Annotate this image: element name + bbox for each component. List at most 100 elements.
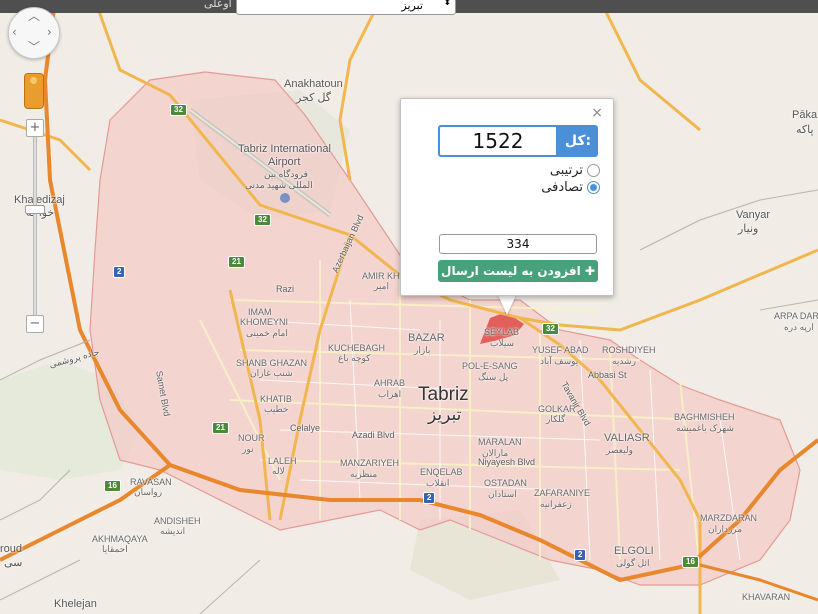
pan-control[interactable]: ︿ ﹀ ‹ › xyxy=(8,7,60,59)
map-label: Anakhatoun xyxy=(284,78,343,90)
pan-up-icon[interactable]: ︿ xyxy=(28,10,40,22)
map-label: فرودگاه بین xyxy=(264,169,308,179)
route-shield: 16 xyxy=(682,556,699,568)
popup-tail xyxy=(497,293,517,315)
map-label: مرزداران xyxy=(708,524,743,534)
total-row: 1522 کل: xyxy=(438,125,598,157)
map-canvas[interactable] xyxy=(0,0,818,614)
updown-arrows-icon: ⬍ xyxy=(443,0,451,8)
city-name-label: Tabriz xyxy=(418,384,469,405)
map-label: اهراب xyxy=(378,389,402,399)
route-shield: 2 xyxy=(113,266,126,278)
map-label: لاله xyxy=(272,466,285,476)
map-label: MARZDARAN xyxy=(700,513,758,523)
zoom-out-button[interactable]: − xyxy=(26,315,44,333)
map-label: ENQELAB xyxy=(420,467,463,477)
map-label: POL-E-SANG xyxy=(462,361,518,371)
map-label: Airport xyxy=(268,156,301,168)
map-label: خطیب xyxy=(264,404,289,414)
map-label: امام خمینی xyxy=(246,328,288,338)
map-label: رواسان xyxy=(134,487,163,497)
map-label: ونیار xyxy=(738,223,759,235)
route-shield: 32 xyxy=(542,323,559,335)
route-shield: 2 xyxy=(574,549,587,561)
map-label: Razi xyxy=(276,284,295,294)
map-label: GOLKAR xyxy=(538,404,576,414)
info-popup: × 1522 کل: ترتیبی تصادفی 334 ✚ افزودن به… xyxy=(400,98,614,296)
radio-sequential[interactable]: ترتیبی xyxy=(550,163,600,178)
map-label: Khelejan xyxy=(54,598,97,610)
map-label: SEYLAB xyxy=(484,327,520,337)
map-label: پل سنگ xyxy=(478,372,509,382)
route-shield: 32 xyxy=(170,104,187,116)
map-label: بازار xyxy=(414,345,431,355)
top-left-text: اوعلی xyxy=(204,0,232,10)
pan-down-icon[interactable]: ﹀ xyxy=(28,41,40,53)
map-label: YUSEF ABAD xyxy=(532,345,589,355)
street-label: Niyayesh Blvd xyxy=(478,457,536,467)
map-label: ائل گولی xyxy=(616,558,650,568)
count-input[interactable]: 334 xyxy=(439,234,597,254)
map-label: گلکار xyxy=(546,414,566,424)
city-select[interactable]: تبریز ⬍ xyxy=(236,0,456,15)
map-label: منظریه xyxy=(350,469,378,479)
pan-right-icon[interactable]: › xyxy=(47,26,52,38)
add-to-send-list-button[interactable]: ✚ افزودن به لیست ارسال xyxy=(438,260,598,282)
map-label: RAVASAN xyxy=(130,477,172,487)
map-label: نور xyxy=(242,444,254,454)
city-name-fa-label: تبریز xyxy=(428,405,462,424)
map-label: رشدیه xyxy=(612,356,636,366)
route-shield: 2 xyxy=(423,492,436,504)
zoom-slider-thumb[interactable] xyxy=(25,205,45,214)
map-label: MANZARIYEH xyxy=(340,458,400,468)
map-label: KHATIB xyxy=(260,394,292,404)
map-label: IMAM xyxy=(248,307,272,317)
radio-sequential-circle[interactable] xyxy=(587,164,600,177)
map-label: المللی شهید مدنی xyxy=(245,180,313,190)
zoom-slider-track[interactable] xyxy=(33,120,37,332)
map-label: BAZAR xyxy=(408,332,445,344)
map-label: ولیعصر xyxy=(606,445,633,455)
map-label: KHOMEYNI xyxy=(240,317,289,327)
radio-random[interactable]: تصادفی xyxy=(541,180,600,195)
close-icon[interactable]: × xyxy=(591,106,603,120)
route-shield: 32 xyxy=(254,214,271,226)
map-label: استادان xyxy=(488,489,517,499)
radio-random-circle[interactable] xyxy=(587,181,600,194)
map-label: کوچه باغ xyxy=(338,353,371,363)
map-label: زعفرانیه xyxy=(540,499,572,509)
map-label: Tabriz International xyxy=(238,143,331,155)
radio-sequential-label: ترتیبی xyxy=(549,163,583,178)
zoom-in-button[interactable]: + xyxy=(26,119,44,137)
map-label: Pāka xyxy=(792,109,818,121)
street-view-pegman-icon[interactable] xyxy=(24,73,44,109)
map-label: AKHMAQAYA xyxy=(92,534,148,544)
street-label: Celalye xyxy=(290,423,321,433)
add-button-label: افزودن به لیست ارسال xyxy=(441,264,581,278)
city-select-value: تبریز xyxy=(401,0,423,12)
map-label: انقلاب xyxy=(426,478,450,488)
total-label: کل: xyxy=(558,125,598,157)
map-label: ARPA DAR xyxy=(774,311,818,321)
street-label: Azadi Blvd xyxy=(352,430,395,440)
map-label: AMIR KH xyxy=(362,271,400,281)
map-label: LALEH xyxy=(268,456,297,466)
map-label: ارپه دره xyxy=(784,322,814,332)
map-label: MARALAN xyxy=(478,437,522,447)
map-label: سیلاب xyxy=(490,338,515,348)
route-shield: 21 xyxy=(212,422,229,434)
map-label: Vanyar xyxy=(736,209,771,221)
map-label: ELGOLI xyxy=(614,545,654,557)
map-label: شهرک باغمیشه xyxy=(676,423,734,433)
map-label: گل کجر xyxy=(296,92,332,104)
plus-icon: ✚ xyxy=(580,264,595,278)
map-label: ANDISHEH xyxy=(154,516,201,526)
map-label: SHANB GHAZAN xyxy=(236,358,308,368)
map-label: احمقایا xyxy=(102,544,128,554)
total-value-field[interactable]: 1522 xyxy=(438,125,558,157)
map-label: ROSHDIYEH xyxy=(602,345,656,355)
map-label: NOUR xyxy=(238,433,265,443)
map-label: امیر xyxy=(374,281,390,291)
map-label: OSTADAN xyxy=(484,478,527,488)
pan-left-icon[interactable]: ‹ xyxy=(12,26,17,38)
